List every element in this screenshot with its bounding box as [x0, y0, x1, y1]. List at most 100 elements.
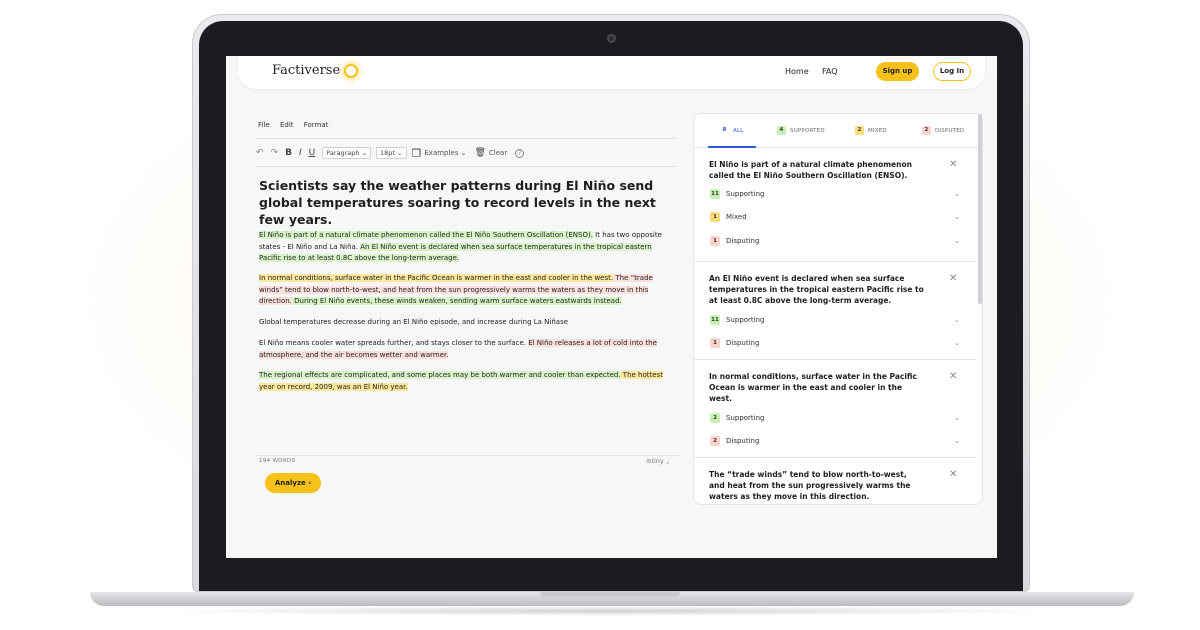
evidence-label: Supporting: [726, 316, 765, 324]
chevron-down-icon[interactable]: ⌄: [954, 190, 960, 198]
tab-count: 4: [777, 126, 786, 135]
menu-divider: [256, 138, 676, 139]
results-scrollbar[interactable]: [978, 114, 982, 304]
evidence-label: Disputing: [726, 339, 760, 347]
logo-sun-icon: [344, 64, 358, 78]
evidence-row-supporting[interactable]: 11 Supporting ⌄: [710, 189, 960, 199]
evidence-label: Supporting: [726, 414, 765, 422]
paragraph-5[interactable]: The regional effects are complicated, an…: [259, 370, 669, 393]
paragraph-select[interactable]: Paragraph ⌄: [322, 147, 372, 159]
top-nav: Factiverse Home FAQ Sign up Log In: [238, 56, 985, 89]
tiny-logo: ⊘tiny ⌟: [646, 457, 669, 465]
evidence-count: 1: [710, 236, 720, 246]
tab-all[interactable]: 8 ALL: [720, 126, 744, 135]
trash-icon[interactable]: 🗑: [474, 148, 485, 158]
paragraph-3[interactable]: Global temperatures decrease during an E…: [259, 317, 669, 329]
examples-icon[interactable]: ❐: [412, 147, 422, 160]
editor-menubar: File Edit Format: [258, 121, 336, 129]
nav-faq-link[interactable]: FAQ: [822, 67, 838, 76]
laptop-shadow: [150, 606, 1070, 616]
menu-format[interactable]: Format: [304, 121, 329, 129]
active-tab-indicator: [708, 146, 756, 148]
claim-mixed[interactable]: In normal conditions, surface water in t…: [259, 274, 614, 282]
tab-count: 8: [722, 127, 727, 133]
italic-icon[interactable]: I: [299, 148, 302, 158]
claim-supported[interactable]: During El Niño events, these winds weake…: [291, 297, 622, 305]
claim-text: El Niño is part of a natural climate phe…: [709, 160, 912, 180]
evidence-label: Supporting: [726, 190, 765, 198]
claim-text: In normal conditions, surface water in t…: [709, 372, 917, 403]
tab-label: SUPPORTED: [790, 127, 825, 134]
toolbar-divider: [256, 166, 676, 167]
evidence-count: 11: [710, 189, 720, 199]
paragraph-2[interactable]: In normal conditions, surface water in t…: [259, 273, 669, 308]
logo-text[interactable]: Factiverse: [272, 63, 340, 78]
evidence-label: Mixed: [726, 213, 747, 221]
close-icon[interactable]: ✕: [949, 469, 957, 480]
evidence-row-disputing[interactable]: 1 Disputing ⌄: [710, 236, 960, 246]
tab-label: MIXED: [868, 127, 887, 134]
undo-icon[interactable]: ↶: [256, 148, 264, 158]
tab-disputed[interactable]: 2 DISPUTED: [922, 126, 964, 135]
examples-dropdown[interactable]: Examples ⌄: [424, 149, 466, 157]
redo-icon[interactable]: ↷: [271, 148, 279, 158]
claim-card[interactable]: El Niño is part of a natural climate phe…: [694, 149, 976, 262]
evidence-count: 1: [710, 338, 720, 348]
close-icon[interactable]: ✕: [949, 273, 957, 284]
signup-button[interactable]: Sign up: [876, 62, 919, 81]
claim-card[interactable]: The “trade winds” tend to blow north-to-…: [694, 459, 976, 504]
chevron-down-icon[interactable]: ⌄: [954, 213, 960, 221]
tab-label: DISPUTED: [935, 127, 965, 134]
font-size-select[interactable]: 18pt ⌄: [376, 147, 407, 159]
laptop-chin: [200, 558, 1022, 590]
document-title[interactable]: Scientists say the weather patterns duri…: [259, 177, 669, 228]
claim-supported[interactable]: The regional effects are complicated, an…: [259, 371, 621, 379]
evidence-row-disputing[interactable]: 1 Disputing ⌄: [710, 338, 960, 348]
clear-button[interactable]: Clear: [489, 149, 507, 157]
chevron-down-icon[interactable]: ⌄: [954, 237, 960, 245]
claim-card[interactable]: In normal conditions, surface water in t…: [694, 361, 976, 458]
tab-supported[interactable]: 4 SUPPORTED: [777, 126, 825, 135]
claim-text: The “trade winds” tend to blow north-to-…: [709, 470, 911, 501]
chevron-right-icon: ›: [308, 479, 312, 487]
close-icon[interactable]: ✕: [949, 371, 957, 382]
editor-toolbar: ↶ ↷ B I U Paragraph ⌄ 18pt ⌄ ❐ Examples …: [256, 146, 531, 160]
evidence-count: 11: [710, 315, 720, 325]
paragraph-4[interactable]: El Niño means cooler water spreads furth…: [259, 338, 669, 361]
menu-file[interactable]: File: [258, 121, 270, 129]
analyze-button[interactable]: Analyze ›: [265, 473, 321, 493]
evidence-count: 2: [710, 436, 720, 446]
nav-home-link[interactable]: Home: [785, 67, 809, 76]
chevron-down-icon[interactable]: ⌄: [954, 339, 960, 347]
claim-card[interactable]: An El Niño event is declared when sea su…: [694, 263, 976, 360]
evidence-label: Disputing: [726, 237, 760, 245]
evidence-count: 1: [710, 212, 720, 222]
claim-text: An El Niño event is declared when sea su…: [709, 274, 924, 305]
tab-count: 2: [922, 126, 931, 135]
camera-icon: [607, 34, 616, 43]
tiny-label: tiny: [651, 457, 664, 465]
login-button[interactable]: Log In: [933, 62, 971, 81]
evidence-row-supporting[interactable]: 2 Supporting ⌄: [710, 413, 960, 423]
chevron-down-icon[interactable]: ⌄: [954, 316, 960, 324]
analyze-label: Analyze: [274, 479, 306, 487]
chevron-down-icon[interactable]: ⌄: [954, 414, 960, 422]
statusbar-divider: [256, 455, 679, 456]
underline-icon[interactable]: U: [309, 148, 316, 158]
help-icon[interactable]: ?: [515, 148, 525, 158]
bold-icon[interactable]: B: [285, 148, 292, 158]
tab-label: ALL: [733, 127, 744, 134]
paragraph-1[interactable]: El Niño is part of a natural climate phe…: [259, 230, 669, 265]
claim-supported[interactable]: El Niño is part of a natural climate phe…: [259, 231, 593, 239]
evidence-row-disputing[interactable]: 2 Disputing ⌄: [710, 436, 960, 446]
laptop-notch: [540, 592, 680, 597]
close-icon[interactable]: ✕: [949, 159, 957, 170]
app-screen: Factiverse Home FAQ Sign up Log In File …: [226, 56, 997, 558]
tab-count: 2: [855, 126, 864, 135]
chevron-down-icon[interactable]: ⌄: [954, 437, 960, 445]
tab-mixed[interactable]: 2 MIXED: [855, 126, 887, 135]
evidence-row-mixed[interactable]: 1 Mixed ⌄: [710, 212, 960, 222]
evidence-row-supporting[interactable]: 11 Supporting ⌄: [710, 315, 960, 325]
menu-edit[interactable]: Edit: [280, 121, 294, 129]
plain-text: El Niño means cooler water spreads furth…: [259, 339, 529, 347]
